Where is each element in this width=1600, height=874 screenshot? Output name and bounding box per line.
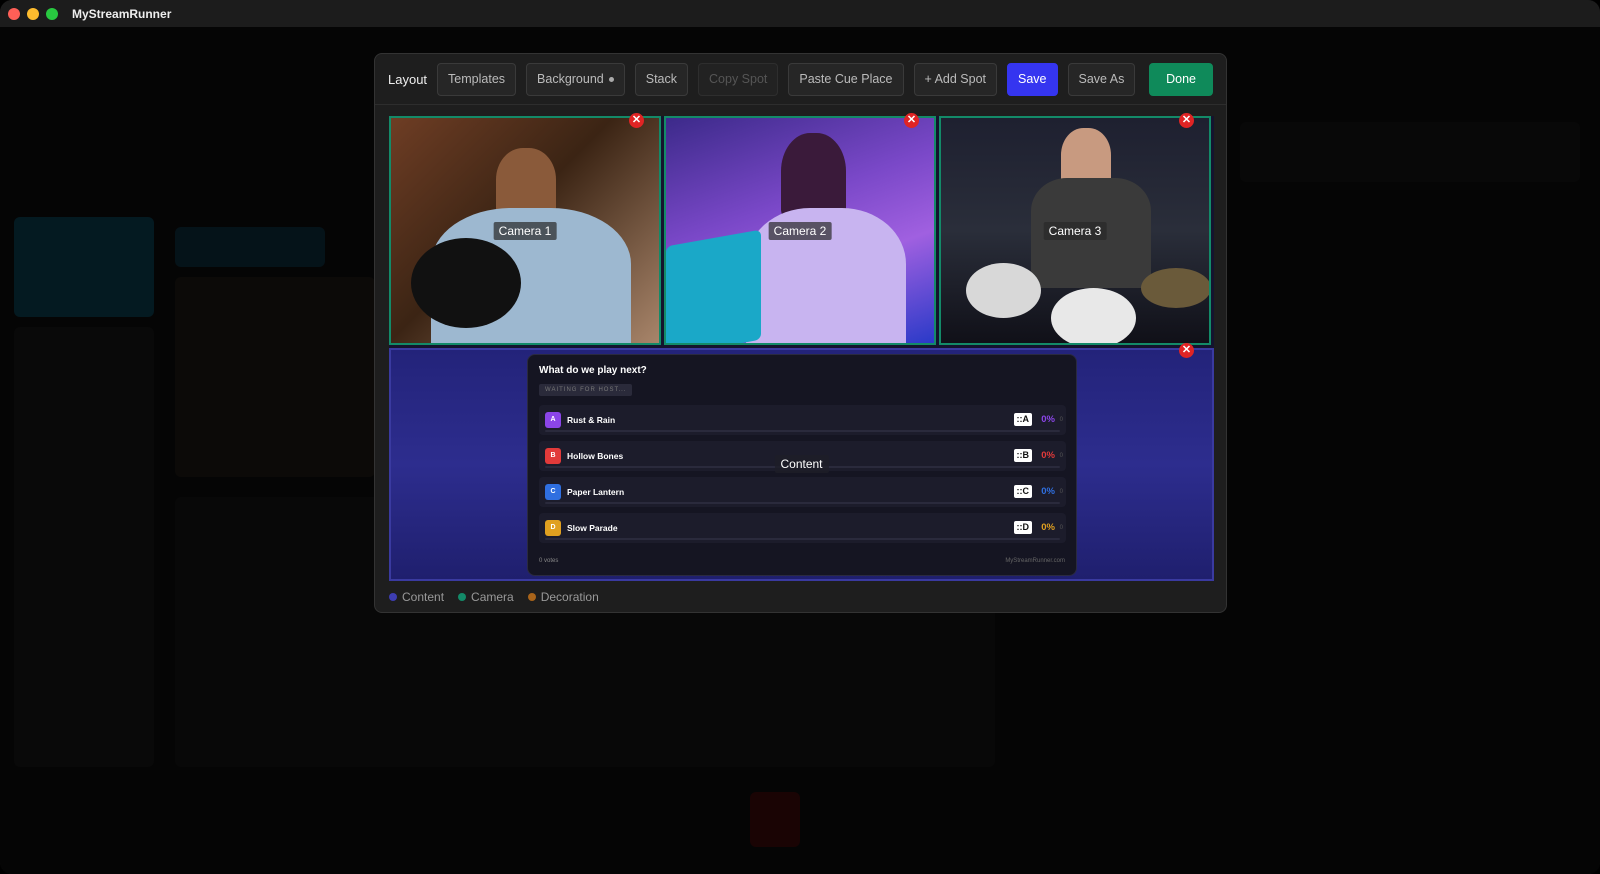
layout-label: Layout bbox=[388, 71, 428, 87]
remove-camera-2-close-icon[interactable]: ✕ bbox=[904, 113, 919, 128]
option-letter-badge: C bbox=[545, 484, 561, 500]
save-button[interactable]: Save bbox=[1007, 62, 1058, 96]
option-progress-bar bbox=[545, 502, 1060, 504]
stack-button[interactable]: Stack bbox=[634, 62, 689, 96]
option-code: ::B bbox=[1013, 449, 1032, 462]
camera-1-label: Camera 1 bbox=[493, 222, 557, 240]
content-dot-icon bbox=[389, 593, 397, 601]
close-window-button[interactable] bbox=[8, 7, 20, 20]
content-spot[interactable]: What do we play next? WAITING FOR HOST..… bbox=[389, 348, 1214, 581]
save-as-button[interactable]: Save As bbox=[1067, 62, 1136, 96]
legend-label: Camera bbox=[471, 590, 514, 604]
add-spot-button[interactable]: + Add Spot bbox=[913, 62, 998, 96]
cymbal-image bbox=[1141, 268, 1209, 308]
background-indicator-icon bbox=[608, 76, 614, 82]
option-count: 0 bbox=[1059, 453, 1063, 459]
decoration-dot-icon bbox=[527, 593, 536, 601]
option-percent: 0% bbox=[1041, 522, 1055, 533]
option-name: Hollow Bones bbox=[567, 451, 624, 461]
minimize-window-button[interactable] bbox=[27, 7, 39, 20]
paste-cue-place-button[interactable]: Paste Cue Place bbox=[788, 62, 904, 96]
remove-content-spot-close-icon[interactable]: ✕ bbox=[1179, 343, 1194, 358]
camera-3-label: Camera 3 bbox=[1043, 222, 1107, 240]
poll-option: C Paper Lantern ::C 0% 0 bbox=[539, 477, 1066, 507]
camera-spot-1[interactable]: Camera 1 bbox=[389, 116, 661, 345]
option-percent: 0% bbox=[1041, 450, 1055, 461]
option-letter-badge: A bbox=[545, 412, 561, 428]
app-window: MyStreamRunner Layout Templates Backgrou… bbox=[0, 0, 1600, 874]
legend-item-content: Content bbox=[389, 590, 444, 604]
legend-label: Content bbox=[402, 590, 445, 604]
option-count: 0 bbox=[1059, 417, 1063, 423]
option-count: 0 bbox=[1059, 525, 1063, 531]
remove-camera-1-close-icon[interactable]: ✕ bbox=[629, 113, 644, 128]
camera-2-label: Camera 2 bbox=[768, 222, 832, 240]
camera-spot-2[interactable]: Camera 2 bbox=[664, 116, 936, 345]
option-name: Rust & Rain bbox=[567, 415, 616, 425]
poll-title: What do we play next? bbox=[539, 365, 647, 376]
camera-2-person-image bbox=[781, 133, 846, 218]
option-progress-bar bbox=[545, 430, 1060, 432]
content-spot-label: Content bbox=[774, 455, 829, 473]
title-bar: MyStreamRunner bbox=[0, 0, 1600, 27]
option-letter-badge: D bbox=[545, 520, 561, 536]
option-code: ::A bbox=[1013, 413, 1032, 426]
remove-camera-3-close-icon[interactable]: ✕ bbox=[1179, 113, 1194, 128]
poll-vote-count: 0 votes bbox=[539, 558, 559, 564]
option-percent: 0% bbox=[1041, 414, 1055, 425]
drum-1-image bbox=[966, 263, 1041, 318]
option-count: 0 bbox=[1059, 489, 1063, 495]
legend-item-camera: Camera bbox=[458, 590, 514, 604]
layout-editor-modal: Layout Templates Background Stack Copy S… bbox=[374, 53, 1227, 613]
background-button-label: Background bbox=[537, 72, 604, 86]
legend-label: Decoration bbox=[540, 590, 599, 604]
zoom-window-button[interactable] bbox=[46, 7, 58, 20]
laptop-image bbox=[666, 229, 761, 343]
done-button[interactable]: Done bbox=[1149, 62, 1213, 96]
option-name: Slow Parade bbox=[567, 523, 618, 533]
poll-status-badge: WAITING FOR HOST... bbox=[539, 384, 633, 396]
camera-spot-3[interactable]: Camera 3 bbox=[939, 116, 1211, 345]
layout-toolbar: Layout Templates Background Stack Copy S… bbox=[375, 54, 1226, 105]
legend-item-decoration: Decoration bbox=[527, 590, 599, 604]
poll-brand: MyStreamRunner.com bbox=[1005, 558, 1065, 564]
copy-spot-button[interactable]: Copy Spot bbox=[698, 62, 779, 96]
poll-option: A Rust & Rain ::A 0% 0 bbox=[539, 405, 1066, 435]
camera-dot-icon bbox=[458, 593, 467, 601]
option-progress-bar bbox=[545, 538, 1060, 540]
app-title: MyStreamRunner bbox=[72, 6, 172, 21]
option-percent: 0% bbox=[1041, 486, 1055, 497]
guitar-image bbox=[411, 238, 521, 328]
templates-button[interactable]: Templates bbox=[437, 62, 517, 96]
spot-type-legend: Content Camera Decoration bbox=[389, 590, 599, 604]
option-code: ::D bbox=[1013, 521, 1032, 534]
option-letter-badge: B bbox=[545, 448, 561, 464]
option-code: ::C bbox=[1013, 485, 1032, 498]
background-button[interactable]: Background bbox=[526, 62, 625, 96]
window-controls bbox=[8, 7, 58, 20]
poll-option: D Slow Parade ::D 0% 0 bbox=[539, 513, 1066, 543]
option-name: Paper Lantern bbox=[567, 487, 625, 497]
layout-stage: Camera 1 ✕ Camera 2 ✕ Camera 3 ✕ What do… bbox=[389, 113, 1214, 581]
drum-2-image bbox=[1051, 288, 1136, 343]
